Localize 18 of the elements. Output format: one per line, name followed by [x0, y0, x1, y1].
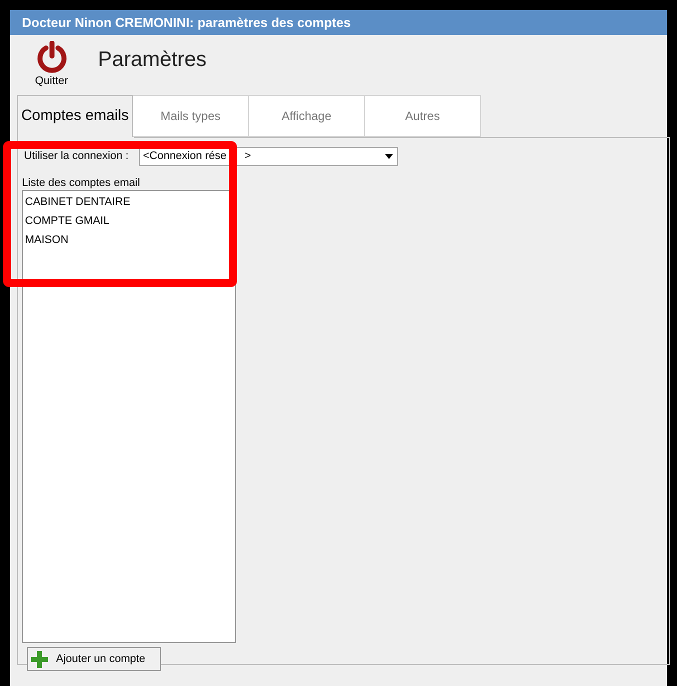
- quit-button[interactable]: Quitter: [35, 40, 68, 90]
- list-item[interactable]: COMPTE GMAIL: [25, 212, 235, 231]
- list-item[interactable]: MAISON: [25, 231, 235, 250]
- page-heading: Paramètres: [98, 47, 207, 74]
- add-account-button[interactable]: Ajouter un compte: [27, 647, 161, 671]
- accounts-list[interactable]: CABINET DENTAIRE COMPTE GMAIL MAISON: [22, 190, 236, 643]
- connection-dropdown[interactable]: <Connexion rése >: [139, 147, 398, 166]
- window-title: Docteur Ninon CREMONINI: paramètres des comptes: [10, 10, 667, 35]
- field-label: Utiliser la connexion :: [24, 149, 130, 164]
- list-item[interactable]: CABINET DENTAIRE: [25, 193, 235, 212]
- dropdown-arrow-icon: [385, 154, 393, 159]
- plus-icon: [31, 650, 48, 668]
- power-icon: [36, 40, 68, 73]
- list-label: Liste des comptes email: [22, 176, 141, 190]
- tab[interactable]: Comptes emails: [17, 95, 133, 137]
- tab[interactable]: Affichage: [249, 95, 365, 137]
- tab[interactable]: Mails types: [133, 95, 249, 137]
- tab[interactable]: Autres: [365, 95, 481, 137]
